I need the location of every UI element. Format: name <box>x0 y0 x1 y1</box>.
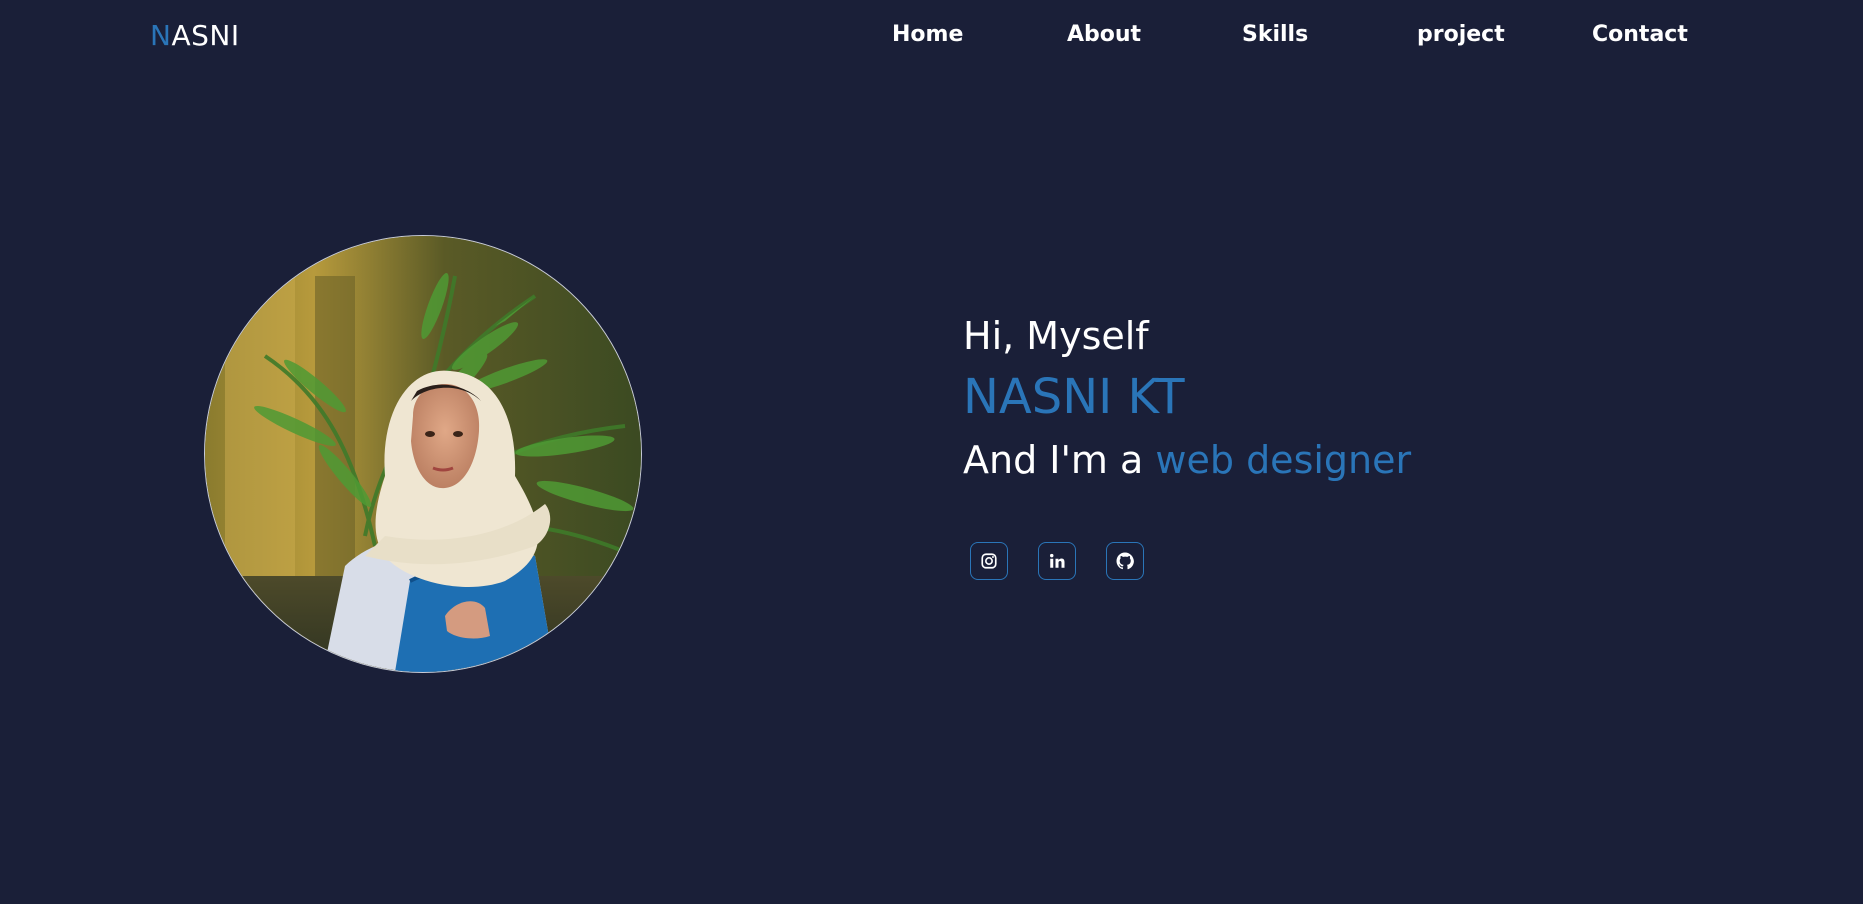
linkedin-icon <box>1050 553 1065 568</box>
nav-about[interactable]: About <box>1067 20 1141 50</box>
hero-role: And I'm a web designer <box>963 434 1411 486</box>
hero-name: NASNI KT <box>963 369 1185 425</box>
github-icon <box>1116 552 1134 570</box>
nav-skills[interactable]: Skills <box>1242 20 1308 50</box>
linkedin-link[interactable] <box>1038 542 1076 580</box>
social-links <box>970 542 1144 580</box>
instagram-link[interactable] <box>970 542 1008 580</box>
github-link[interactable] <box>1106 542 1144 580</box>
site-logo[interactable]: NASNI <box>150 20 240 52</box>
instagram-icon <box>981 553 997 569</box>
hero-greeting: Hi, Myself <box>963 314 1149 358</box>
role-highlight: web designer <box>1155 438 1412 482</box>
role-prefix: And I'm a <box>963 438 1156 482</box>
navbar: NASNI Home About Skills project Contact <box>0 0 1863 72</box>
hero-section: Hi, Myself NASNI KT And I'm a web design… <box>963 310 1411 486</box>
nav-home[interactable]: Home <box>892 20 963 50</box>
nav-project[interactable]: project <box>1417 20 1505 50</box>
profile-photo <box>204 235 642 673</box>
logo-initial: N <box>150 19 172 52</box>
nav-contact[interactable]: Contact <box>1592 20 1688 50</box>
profile-photo-illustration <box>205 236 641 672</box>
logo-rest: ASNI <box>171 19 240 52</box>
